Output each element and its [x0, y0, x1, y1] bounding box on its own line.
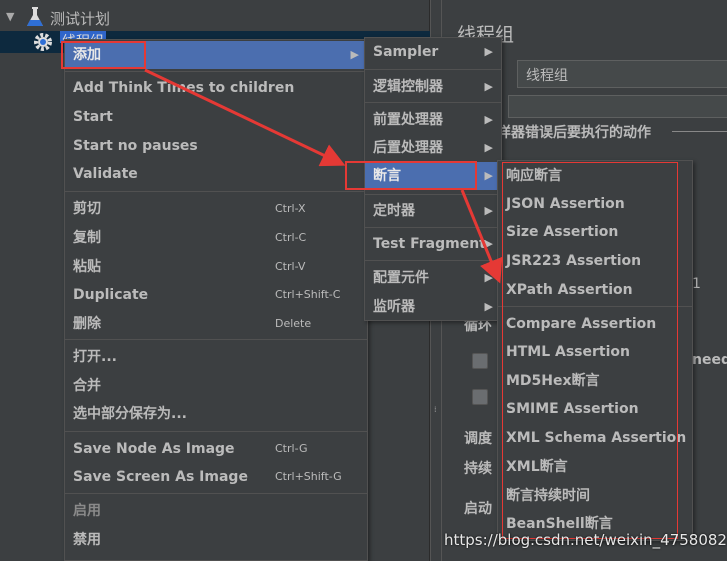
watermark: https://blog.csdn.net/weixin_47580822: [444, 531, 727, 549]
arrow-to-assertion: [144, 68, 346, 167]
arrow-to-assertion-list: [460, 189, 503, 284]
annotation-arrows: [144, 68, 503, 284]
